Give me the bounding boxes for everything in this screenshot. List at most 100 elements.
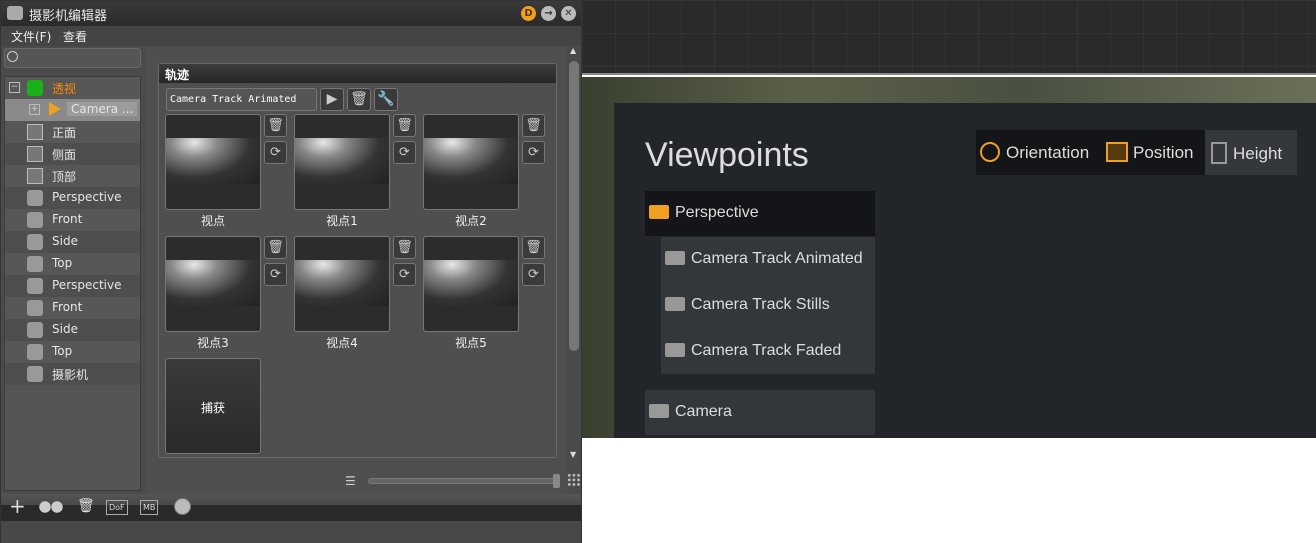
track-select[interactable]: Camera Track Arimated — [166, 88, 317, 111]
update-viewpoint-button[interactable]: ⟳ — [264, 141, 287, 164]
delete-viewpoint-button[interactable]: 🗑 — [393, 114, 416, 137]
tree-item[interactable]: Perspective — [5, 187, 140, 209]
update-viewpoint-button[interactable]: ⟳ — [264, 263, 287, 286]
viewpoints-panel: Viewpoints Orientation Position Height P… — [614, 103, 1316, 438]
tab-orientation[interactable]: Orientation — [980, 130, 1089, 175]
status-bar — [1, 521, 581, 543]
tree-item[interactable]: 正面 — [5, 121, 140, 143]
list-view-icon[interactable]: ☰ — [345, 474, 356, 488]
camera-icon — [27, 322, 43, 338]
viewpoint-thumbnail[interactable] — [165, 236, 261, 332]
tree-item[interactable]: Side — [5, 319, 140, 341]
item-label: Camera Track Stills — [691, 296, 830, 313]
tree-item-label: 正面 — [52, 126, 77, 140]
add-icon[interactable]: + — [9, 494, 26, 518]
play-icon: ▶ — [326, 91, 338, 107]
tree-item[interactable]: Front — [5, 297, 140, 319]
tree-item[interactable]: Top — [5, 253, 140, 275]
capture-button[interactable]: 捕获 — [165, 358, 261, 454]
search-input[interactable] — [4, 48, 141, 68]
mb-button[interactable]: MB — [140, 500, 159, 515]
group-perspective[interactable]: Perspective — [645, 191, 875, 236]
tree-item[interactable]: 摄影机 — [5, 363, 140, 385]
viewpoint-thumbnail[interactable] — [165, 114, 261, 210]
title-bar: 摄影机编辑器 D → ✕ — [1, 1, 581, 26]
tree-item[interactable]: Top — [5, 341, 140, 363]
play-button[interactable]: ▶ — [320, 88, 344, 111]
delete-track-button[interactable]: 🗑 — [347, 88, 371, 111]
grid-view-icon[interactable] — [567, 473, 581, 487]
dof-button[interactable]: DoF — [106, 500, 128, 515]
cube-icon — [27, 146, 43, 162]
slider-handle[interactable] — [553, 474, 560, 488]
update-viewpoint-button[interactable]: ⟳ — [393, 263, 416, 286]
cube-icon — [27, 124, 43, 140]
list-item[interactable]: Camera Track Faded — [665, 342, 841, 360]
tree-item-label: Top — [52, 256, 73, 270]
tree-item-label: 摄影机 — [52, 368, 89, 382]
height-icon — [1211, 142, 1227, 164]
delete-viewpoint-button[interactable]: 🗑 — [264, 236, 287, 259]
grid-viewport — [582, 0, 1316, 75]
refresh-icon: ⟳ — [270, 145, 281, 160]
tree-item[interactable]: + Camera ... — [5, 99, 140, 121]
delete-viewpoint-button[interactable]: 🗑 — [393, 236, 416, 259]
folder-icon — [665, 297, 685, 311]
camera-tree: − 透视 + Camera ... 正面 侧面 顶部 Perspective Front Side… — [4, 76, 141, 491]
track-header: 轨迹 — [159, 64, 556, 83]
record-button[interactable] — [174, 498, 191, 515]
update-viewpoint-button[interactable]: ⟳ — [522, 141, 545, 164]
scroll-up-icon[interactable]: ▲ — [570, 46, 576, 55]
trash-icon[interactable]: 🗑 — [77, 498, 95, 514]
cube-icon — [27, 168, 43, 184]
tree-item[interactable]: Perspective — [5, 275, 140, 297]
bottom-toolbar: + 🗑 DoF MB — [1, 494, 581, 521]
viewpoint-label: 视点4 — [326, 336, 358, 350]
tree-item-label: 透视 — [52, 82, 77, 96]
close-button[interactable]: ✕ — [561, 6, 576, 21]
delete-viewpoint-button[interactable]: 🗑 — [522, 236, 545, 259]
tree-item[interactable]: 侧面 — [5, 143, 140, 165]
viewpoint-thumbnail[interactable] — [294, 114, 390, 210]
tab-position[interactable]: Position — [1106, 130, 1193, 175]
refresh-icon: ⟳ — [528, 267, 539, 282]
viewpoint-thumbnail[interactable] — [423, 114, 519, 210]
tab-label: Height — [1233, 144, 1283, 163]
camera-icon — [27, 234, 43, 250]
tree-item[interactable]: Front — [5, 209, 140, 231]
thumbnail-size-slider[interactable] — [368, 474, 560, 488]
expander-icon[interactable]: − — [9, 82, 20, 93]
menu-view[interactable]: 查看 — [63, 28, 87, 45]
position-icon — [1106, 142, 1128, 162]
viewpoint-thumbnail[interactable] — [423, 236, 519, 332]
viewpoint-image — [166, 260, 260, 306]
tab-height[interactable]: Height — [1205, 130, 1297, 175]
group-label: Perspective — [675, 204, 759, 221]
trash-icon: 🗑 — [396, 118, 413, 133]
arrow-button[interactable]: → — [541, 6, 556, 21]
scroll-down-icon[interactable]: ▼ — [570, 450, 576, 459]
viewpoint-thumbnail[interactable] — [294, 236, 390, 332]
tree-item[interactable]: 顶部 — [5, 165, 140, 187]
viewpoint-label: 视点1 — [326, 214, 358, 228]
viewpoint-image — [295, 138, 389, 184]
delete-viewpoint-button[interactable]: 🗑 — [264, 114, 287, 137]
list-item[interactable]: Camera Track Stills — [665, 296, 830, 314]
dual-circle-icon[interactable] — [39, 501, 63, 513]
folder-icon — [665, 251, 685, 265]
expander-icon[interactable]: + — [29, 104, 40, 115]
scrollbar-thumb[interactable] — [569, 61, 579, 351]
menu-file[interactable]: 文件(F) — [11, 28, 51, 45]
delete-viewpoint-button[interactable]: 🗑 — [522, 114, 545, 137]
update-viewpoint-button[interactable]: ⟳ — [522, 263, 545, 286]
scrollbar[interactable]: ▲ ▼ — [567, 46, 581, 461]
group-camera[interactable]: Camera — [645, 390, 875, 435]
capture-label: 捕获 — [200, 401, 225, 415]
update-viewpoint-button[interactable]: ⟳ — [393, 141, 416, 164]
list-item[interactable]: Camera Track Animated — [665, 250, 863, 268]
settings-button[interactable]: 🔧 — [374, 88, 398, 111]
dock-button[interactable]: D — [521, 6, 536, 21]
tree-item[interactable]: − 透视 — [5, 77, 140, 99]
tree-item-label: Side — [52, 234, 78, 248]
tree-item[interactable]: Side — [5, 231, 140, 253]
